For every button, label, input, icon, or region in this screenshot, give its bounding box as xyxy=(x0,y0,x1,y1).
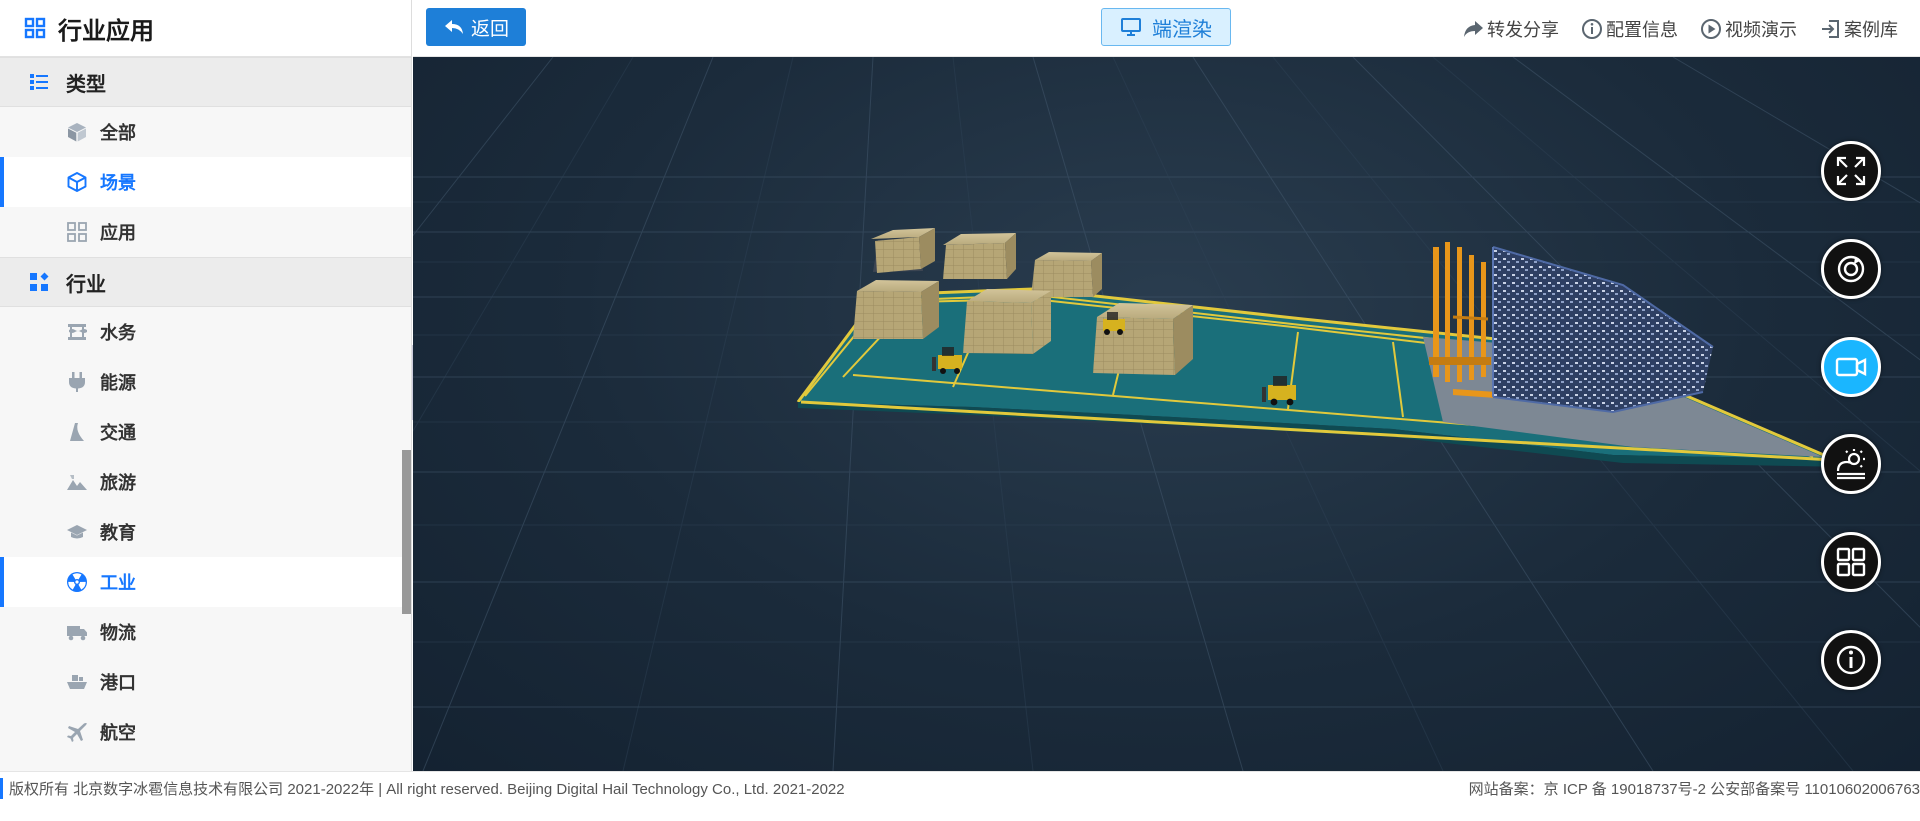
sidebar-item-water[interactable]: 水务 xyxy=(0,307,411,357)
grid-apps-icon xyxy=(66,221,88,243)
list-icon xyxy=(28,71,50,93)
sidebar-item-label: 旅游 xyxy=(100,473,136,493)
layout-button[interactable] xyxy=(1821,532,1881,592)
sidebar-header: 行业应用 xyxy=(0,0,411,57)
sidebar-item-energy[interactable]: 能源 xyxy=(0,357,411,407)
road-icon xyxy=(66,421,88,443)
config-info-label: 配置信息 xyxy=(1606,19,1678,40)
toolbar-actions: 转发分享 配置信息 视频演示 案例库 xyxy=(1462,0,1898,57)
sidebar-item-label: 港口 xyxy=(100,673,136,693)
sidebar: 行业应用 类型 全部 场景 应用 行业 水务 能源 交通 旅游 教育 工业 物流… xyxy=(0,0,412,771)
graduation-cap-icon xyxy=(66,521,88,543)
sidebar-item-aviation[interactable]: 航空 xyxy=(0,707,411,757)
sidebar-item-label: 交通 xyxy=(100,423,136,443)
section-type[interactable]: 类型 xyxy=(0,57,411,107)
truck-icon xyxy=(66,621,88,643)
info-circle-icon xyxy=(1581,18,1603,40)
icp-record-link[interactable]: 网站备案：京 ICP 备 19018737号-2 公安部备案号 11010602… xyxy=(1469,778,1920,799)
video-demo-label: 视频演示 xyxy=(1725,19,1797,40)
sidebar-item-all[interactable]: 全部 xyxy=(0,107,411,157)
case-library-button[interactable]: 案例库 xyxy=(1819,16,1898,42)
grid-layout-icon xyxy=(1834,545,1868,579)
share-label: 转发分享 xyxy=(1487,19,1559,40)
share-icon xyxy=(1462,18,1484,40)
sidebar-item-label: 全部 xyxy=(100,123,136,143)
video-camera-icon xyxy=(1834,350,1868,384)
info-button[interactable] xyxy=(1821,630,1881,690)
app-root: 行业应用 类型 全部 场景 应用 行业 水务 能源 交通 旅游 教育 工业 物流… xyxy=(0,0,1920,821)
top-toolbar: 返回 端渲染 转发分享 配置信息 视频演示 案例库 xyxy=(413,0,1920,57)
copyright-text: 版权所有 北京数字冰雹信息技术有限公司 2021-2022年 | All rig… xyxy=(0,778,845,799)
sidebar-item-logistics[interactable]: 物流 xyxy=(0,607,411,657)
airplane-icon xyxy=(66,721,88,743)
sidebar-item-education[interactable]: 教育 xyxy=(0,507,411,557)
camera-button[interactable] xyxy=(1821,337,1881,397)
high-bay-racking xyxy=(1492,246,1714,414)
rotate-button[interactable] xyxy=(1821,239,1881,299)
sidebar-item-scene[interactable]: 场景 xyxy=(0,157,411,207)
cube-outline-icon xyxy=(66,171,88,193)
ship-icon xyxy=(66,671,88,693)
sidebar-item-apps[interactable]: 应用 xyxy=(0,207,411,257)
fullscreen-icon xyxy=(1834,154,1868,188)
back-button-label: 返回 xyxy=(470,18,509,40)
sidebar-item-label: 教育 xyxy=(100,523,136,543)
sidebar-item-label: 工业 xyxy=(100,573,136,593)
render-mode-button[interactable]: 端渲染 xyxy=(1101,8,1231,46)
sidebar-item-industry[interactable]: 工业 xyxy=(0,557,411,607)
back-arrow-icon xyxy=(443,16,465,38)
rotate-icon xyxy=(1834,252,1868,286)
apps-add-icon xyxy=(28,271,50,293)
sidebar-item-label: 物流 xyxy=(100,623,136,643)
sidebar-item-label: 水务 xyxy=(100,323,136,343)
warehouse-scene xyxy=(413,57,1920,771)
cube-solid-icon xyxy=(66,121,88,143)
sidebar-scrollbar[interactable] xyxy=(402,450,411,614)
footer: 版权所有 北京数字冰雹信息技术有限公司 2021-2022年 | All rig… xyxy=(0,771,1920,821)
monitor-icon xyxy=(1120,16,1142,38)
config-info-button[interactable]: 配置信息 xyxy=(1581,16,1678,42)
play-circle-icon xyxy=(1700,18,1722,40)
sidebar-item-label: 能源 xyxy=(100,373,136,393)
plug-icon xyxy=(66,371,88,393)
login-icon xyxy=(1819,18,1841,40)
section-label: 行业 xyxy=(66,273,106,296)
weather-button[interactable] xyxy=(1821,434,1881,494)
weather-sun-icon xyxy=(1834,447,1868,481)
back-button[interactable]: 返回 xyxy=(426,8,526,46)
sidebar-item-label: 场景 xyxy=(100,173,136,193)
fullscreen-button[interactable] xyxy=(1821,141,1881,201)
sidebar-item-label: 航空 xyxy=(100,723,136,743)
sidebar-item-traffic[interactable]: 交通 xyxy=(0,407,411,457)
mountain-icon xyxy=(66,471,88,493)
sidebar-item-port[interactable]: 港口 xyxy=(0,657,411,707)
radiation-icon xyxy=(66,571,88,593)
section-label: 类型 xyxy=(66,73,106,96)
share-button[interactable]: 转发分享 xyxy=(1462,16,1559,42)
water-icon xyxy=(66,321,88,343)
info-icon xyxy=(1834,643,1868,677)
sidebar-item-tourism[interactable]: 旅游 xyxy=(0,457,411,507)
section-industry[interactable]: 行业 xyxy=(0,257,411,307)
case-library-label: 案例库 xyxy=(1844,19,1898,40)
render-mode-label: 端渲染 xyxy=(1152,18,1212,41)
video-demo-button[interactable]: 视频演示 xyxy=(1700,16,1797,42)
sidebar-item-label: 应用 xyxy=(100,223,136,243)
scene-viewport[interactable] xyxy=(413,57,1920,771)
sidebar-title: 行业应用 xyxy=(58,17,154,45)
grid-apps-icon xyxy=(24,17,46,39)
